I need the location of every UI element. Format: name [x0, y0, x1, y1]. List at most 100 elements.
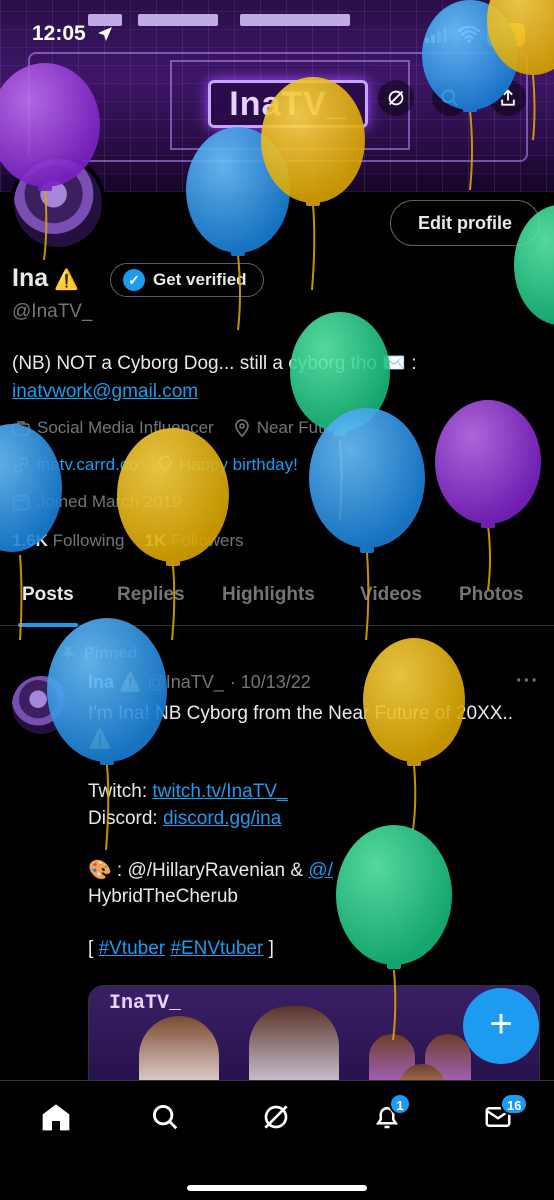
home-icon — [42, 1104, 70, 1131]
profile-birthday-text: Happy birthday! — [178, 455, 298, 474]
pinned-label: Pinned — [84, 645, 138, 662]
nav-home[interactable] — [38, 1099, 74, 1135]
hashtag-vtuber[interactable]: #Vtuber — [99, 938, 166, 959]
verified-check-icon: ✓ — [123, 269, 145, 291]
profile-location: Near Future — [234, 418, 348, 438]
profile-handle: @InaTV_ — [12, 301, 93, 322]
balloon-green — [290, 312, 390, 521]
nav-grok[interactable] — [258, 1099, 294, 1135]
profile-meta-row-1: Social Media Influencer Near Future — [12, 418, 347, 438]
profile-name-text: Ina — [12, 264, 49, 292]
home-indicator — [187, 1185, 367, 1191]
tab-videos[interactable]: Videos — [360, 574, 422, 626]
search-button[interactable] — [432, 80, 468, 116]
post-more-button[interactable]: ··· — [516, 670, 539, 693]
profile-name: Ina ⚠️ — [12, 264, 79, 293]
balloon-purple — [435, 400, 541, 591]
profile-meta-row-2: inatv.carrd.co Happy birthday! — [12, 455, 298, 475]
profile-location-text: Near Future — [256, 418, 348, 437]
active-tab-indicator — [18, 623, 78, 627]
tab-replies[interactable]: Replies — [117, 574, 185, 626]
post-line-tags: [ #Vtuber #ENVtuber ] — [88, 936, 538, 962]
grok-button[interactable] — [378, 80, 414, 116]
followers-link[interactable]: 1K Followers — [144, 531, 243, 551]
wifi-icon — [457, 25, 481, 43]
bio-email-link[interactable]: inatvwork@gmail.com — [12, 381, 198, 402]
post-author[interactable]: Ina ⚠️ — [88, 672, 141, 693]
profile-avatar[interactable] — [10, 155, 106, 251]
discord-label: Discord: — [88, 807, 163, 829]
status-bar: 12:05 39 — [0, 0, 554, 66]
edit-profile-button[interactable]: Edit profile — [390, 200, 540, 246]
profile-website-link[interactable]: inatv.carrd.co — [37, 455, 138, 475]
search-icon — [441, 89, 459, 107]
profile-joined-text: Joined March 2019 — [37, 492, 182, 511]
tab-posts[interactable]: Posts — [18, 574, 78, 627]
tab-photos[interactable]: Photos — [459, 574, 523, 626]
twitch-label: Twitch: — [88, 781, 153, 803]
briefcase-icon — [12, 421, 30, 436]
twitch-link[interactable]: twitch.tv/InaTV_ — [152, 781, 287, 802]
post-blank-line — [88, 832, 538, 858]
post-header: Ina ⚠️ @InaTV_ · 10/13/22 — [88, 672, 311, 693]
profile-birthday: Happy birthday! — [158, 455, 298, 475]
profile-bio: (NB) NOT a Cyborg Dog... still a cyborg … — [12, 350, 542, 405]
post-date: · 10/13/22 — [229, 672, 311, 692]
warning-emoji: ⚠️ — [54, 269, 80, 291]
follow-stats: 1.6K Following 1K Followers — [12, 531, 244, 551]
post-line-twitch: Twitch: twitch.tv/InaTV_ — [88, 779, 538, 805]
post-blank-line — [88, 753, 538, 779]
post-line-art-2: HybridTheCherub — [88, 886, 238, 908]
profile-category-text: Social Media Influencer — [37, 418, 214, 437]
discord-link[interactable]: discord.gg/ina — [163, 808, 281, 829]
profile-joined: Joined March 2019 — [12, 492, 182, 512]
compose-button[interactable]: + — [463, 988, 539, 1064]
art-credit: 🎨 : @/HillaryRavenian & — [88, 859, 309, 881]
following-count: 1.6K — [12, 531, 48, 550]
share-icon — [501, 89, 515, 106]
get-verified-button[interactable]: ✓ Get verified — [110, 263, 264, 297]
following-link[interactable]: 1.6K Following — [12, 531, 124, 551]
profile-tabs: Posts Replies Highlights Videos Photos — [0, 574, 554, 627]
location-arrow-icon — [98, 27, 112, 41]
get-verified-label: Get verified — [153, 270, 247, 289]
post-body: I'm Ina! NB Cyborg from the Near Future … — [88, 701, 538, 963]
nav-notifications[interactable]: 1 — [369, 1093, 411, 1135]
location-icon — [234, 419, 249, 437]
status-time: 12:05 — [32, 22, 86, 45]
nav-messages[interactable]: 16 — [480, 1093, 529, 1135]
profile-meta-row-3: Joined March 2019 — [12, 492, 182, 512]
post-line-discord: Discord: discord.gg/ina — [88, 806, 538, 832]
search-icon — [152, 1104, 178, 1130]
pinned-indicator: Pinned — [60, 645, 137, 663]
following-label: Following — [52, 531, 125, 550]
profile-website[interactable]: inatv.carrd.co — [12, 455, 138, 475]
tab-highlights[interactable]: Highlights — [222, 574, 315, 626]
nav-search[interactable] — [147, 1099, 183, 1135]
post-line-art: 🎨 : @/HillaryRavenian & @/ — [88, 858, 538, 884]
tab-posts-label: Posts — [22, 584, 74, 605]
post-blank-line — [88, 910, 538, 936]
post-handle[interactable]: @InaTV_ — [147, 672, 223, 693]
calendar-icon — [12, 494, 30, 511]
link-icon — [13, 457, 29, 473]
signal-icon — [425, 27, 447, 43]
balloon-icon — [158, 456, 172, 474]
tags-close: ] — [263, 938, 274, 960]
bio-text: (NB) NOT a Cyborg Dog... still a cyborg … — [12, 353, 417, 374]
profile-category: Social Media Influencer — [12, 418, 214, 438]
grok-icon — [264, 1105, 288, 1129]
messages-badge: 16 — [500, 1093, 529, 1115]
post-avatar[interactable] — [12, 676, 70, 734]
battery-indicator: 39 — [487, 23, 525, 47]
hashtag-envtuber[interactable]: #ENVtuber — [170, 938, 263, 959]
compose-icon: + — [489, 1002, 513, 1046]
notifications-badge: 1 — [389, 1093, 411, 1115]
share-button[interactable] — [490, 80, 526, 116]
grok-icon — [388, 90, 404, 106]
followers-label: Followers — [170, 531, 244, 550]
pin-icon — [61, 646, 75, 661]
bottom-navigation: 1 16 — [0, 1080, 554, 1200]
banner-logo: InaTV_ — [208, 80, 368, 128]
art-mention[interactable]: @/ — [308, 860, 333, 881]
